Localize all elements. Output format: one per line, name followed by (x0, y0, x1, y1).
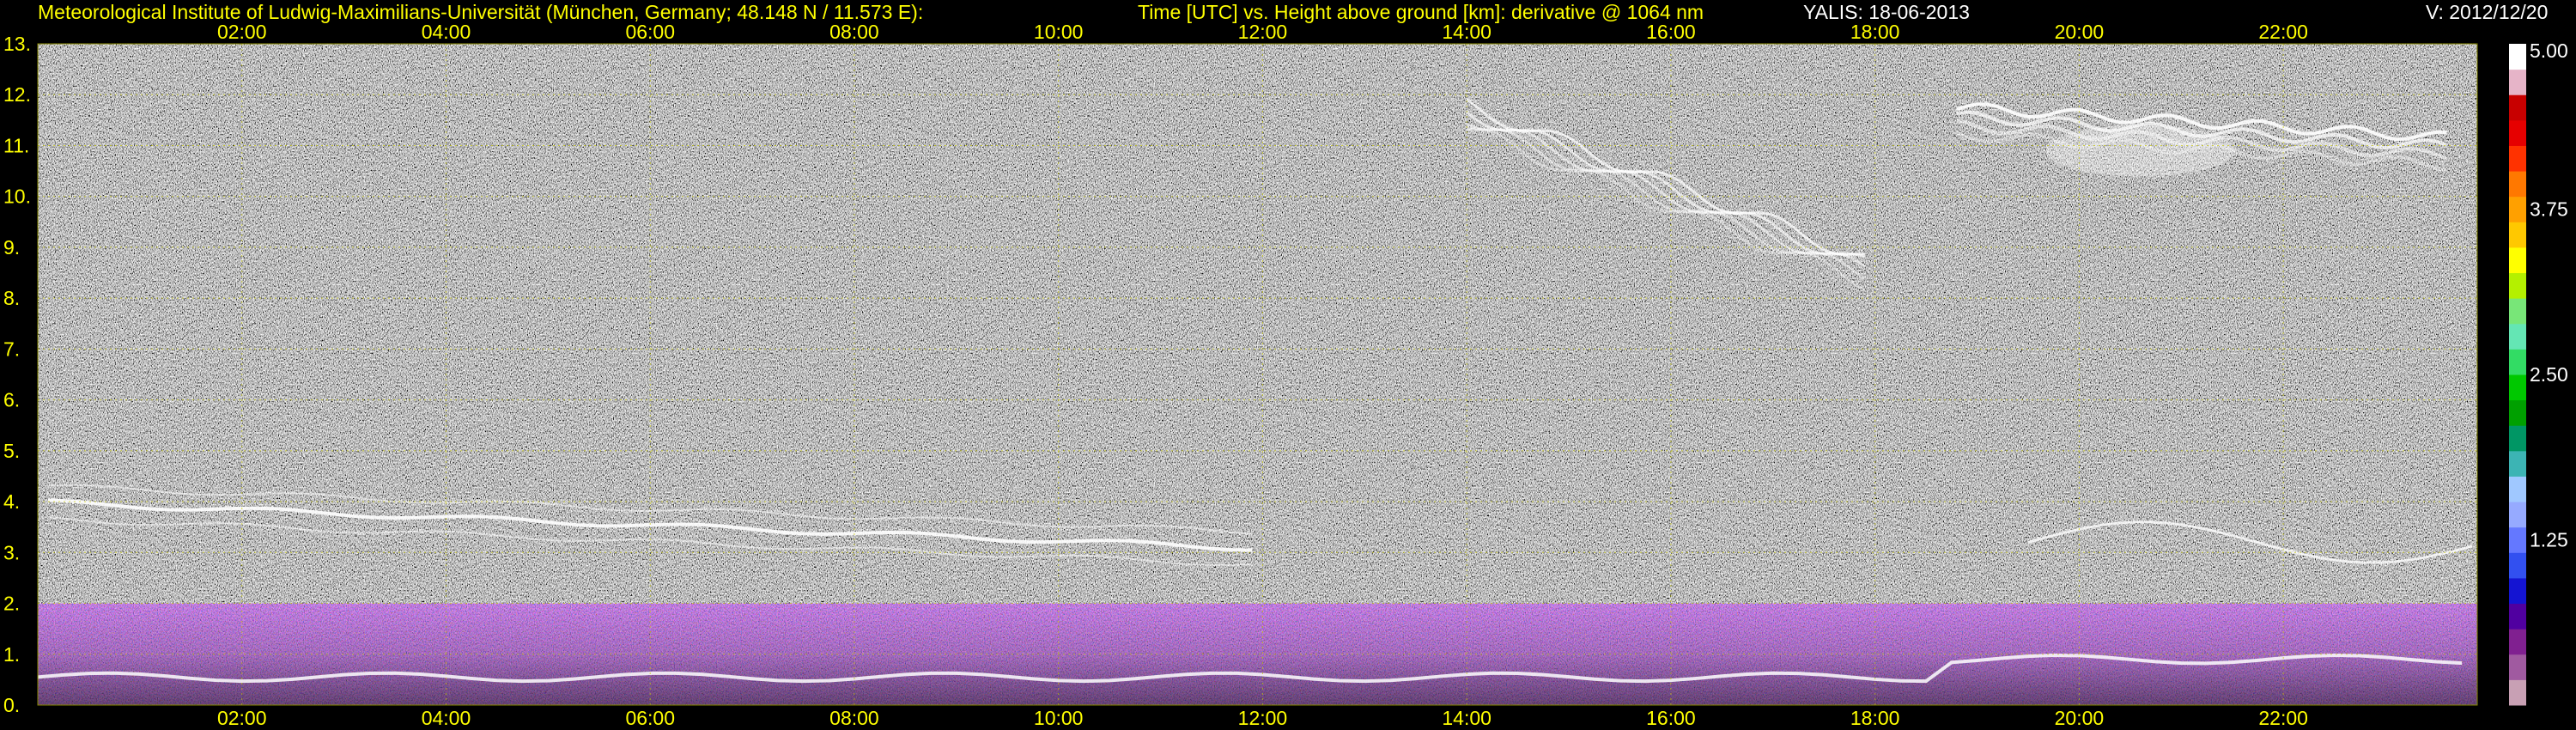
colorbar-segment (2509, 298, 2526, 325)
colorbar-segment (2509, 69, 2526, 95)
x-tick-label-bottom: 16:00 (1646, 707, 1696, 729)
colorbar-segment (2509, 272, 2526, 299)
colorbar-segment (2509, 577, 2526, 605)
colorbar-segment (2509, 654, 2526, 680)
y-tick-label: 7. (3, 338, 20, 360)
x-axis-top: 02:00 04:00 06:00 08:00 10:00 12:00 14:00 16:00… (217, 21, 2308, 43)
x-tick-label-top: 10:00 (1034, 21, 1084, 43)
x-tick-label-bottom: 14:00 (1442, 707, 1492, 729)
colorbar-segment (2509, 44, 2526, 70)
x-tick-label-bottom: 04:00 (422, 707, 471, 729)
y-tick-label: 5. (3, 440, 20, 462)
y-axis: 0. 1. 2. 3. 4. 5. 6. 7. 8. 9. 10. 11. 12. 13. (3, 33, 31, 716)
y-tick-label: 1. (3, 643, 20, 666)
colorbar-segment (2509, 603, 2526, 630)
colorbar-segment (2509, 145, 2526, 172)
x-tick-label-top: 20:00 (2055, 21, 2105, 43)
x-tick-label-top: 16:00 (1646, 21, 1696, 43)
x-tick-label-top: 04:00 (422, 21, 471, 43)
colorbar-segment (2509, 94, 2526, 121)
colorbar-segment (2509, 476, 2526, 502)
x-tick-label-bottom: 08:00 (829, 707, 879, 729)
x-tick-label-top: 06:00 (625, 21, 675, 43)
y-tick-label: 6. (3, 389, 20, 411)
x-tick-label-top: 02:00 (217, 21, 267, 43)
x-tick-label-bottom: 12:00 (1238, 707, 1288, 729)
x-tick-label-top: 22:00 (2258, 21, 2308, 43)
colorbar-segment (2509, 196, 2526, 222)
y-tick-label: 12. (3, 83, 31, 106)
colorbar-segment (2509, 502, 2526, 528)
colorbar-segment (2509, 222, 2526, 248)
x-tick-label-bottom: 10:00 (1034, 707, 1084, 729)
colorbar-segment (2509, 349, 2526, 375)
colorbar-segment (2509, 374, 2526, 401)
y-tick-label: 10. (3, 186, 31, 208)
colorbar-segment (2509, 552, 2526, 579)
x-tick-label-top: 08:00 (829, 21, 879, 43)
y-tick-label: 3. (3, 541, 20, 563)
y-tick-label: 13. (3, 33, 31, 55)
lidar-chart: 02:00 04:00 06:00 08:00 10:00 12:00 14:00 16:00… (3, 21, 2568, 729)
y-tick-label: 8. (3, 287, 20, 309)
y-tick-label: 0. (3, 694, 20, 716)
x-tick-label-bottom: 02:00 (217, 707, 267, 729)
colorbar-segment (2509, 679, 2526, 706)
y-tick-label: 4. (3, 490, 20, 513)
x-tick-label-bottom: 18:00 (1850, 707, 1900, 729)
x-tick-label-top: 14:00 (1442, 21, 1492, 43)
colorbar-segment (2509, 629, 2526, 655)
colorbar-tick-label: 1.25 (2530, 529, 2568, 551)
plot-area (38, 44, 2477, 705)
y-tick-label: 2. (3, 593, 20, 615)
colorbar-segment (2509, 119, 2526, 146)
colorbar-segment (2509, 425, 2526, 452)
x-tick-label-bottom: 20:00 (2055, 707, 2105, 729)
colorbar-segment (2509, 526, 2526, 553)
colorbar-segment (2509, 450, 2526, 477)
colorbar-segment (2509, 171, 2526, 198)
y-tick-label: 9. (3, 236, 20, 259)
x-tick-label-top: 18:00 (1850, 21, 1900, 43)
colorbar-segment (2509, 399, 2526, 426)
x-tick-label-bottom: 22:00 (2258, 707, 2308, 729)
colorbar-tick-label: 5.00 (2530, 40, 2568, 62)
colorbar-tick-label: 2.50 (2530, 363, 2568, 386)
colorbar-segment (2509, 323, 2526, 350)
colorbar-segment (2509, 246, 2526, 274)
colorbar-tick-label: 3.75 (2530, 198, 2568, 221)
colorbar (2509, 44, 2526, 706)
y-tick-label: 11. (3, 134, 29, 156)
x-axis-bottom: 02:00 04:00 06:00 08:00 10:00 12:00 14:00 16:00… (217, 707, 2308, 729)
colorbar-ticks: 5.00 3.75 2.50 1.25 (2530, 40, 2568, 551)
x-tick-label-top: 12:00 (1238, 21, 1288, 43)
x-tick-label-bottom: 06:00 (625, 707, 675, 729)
